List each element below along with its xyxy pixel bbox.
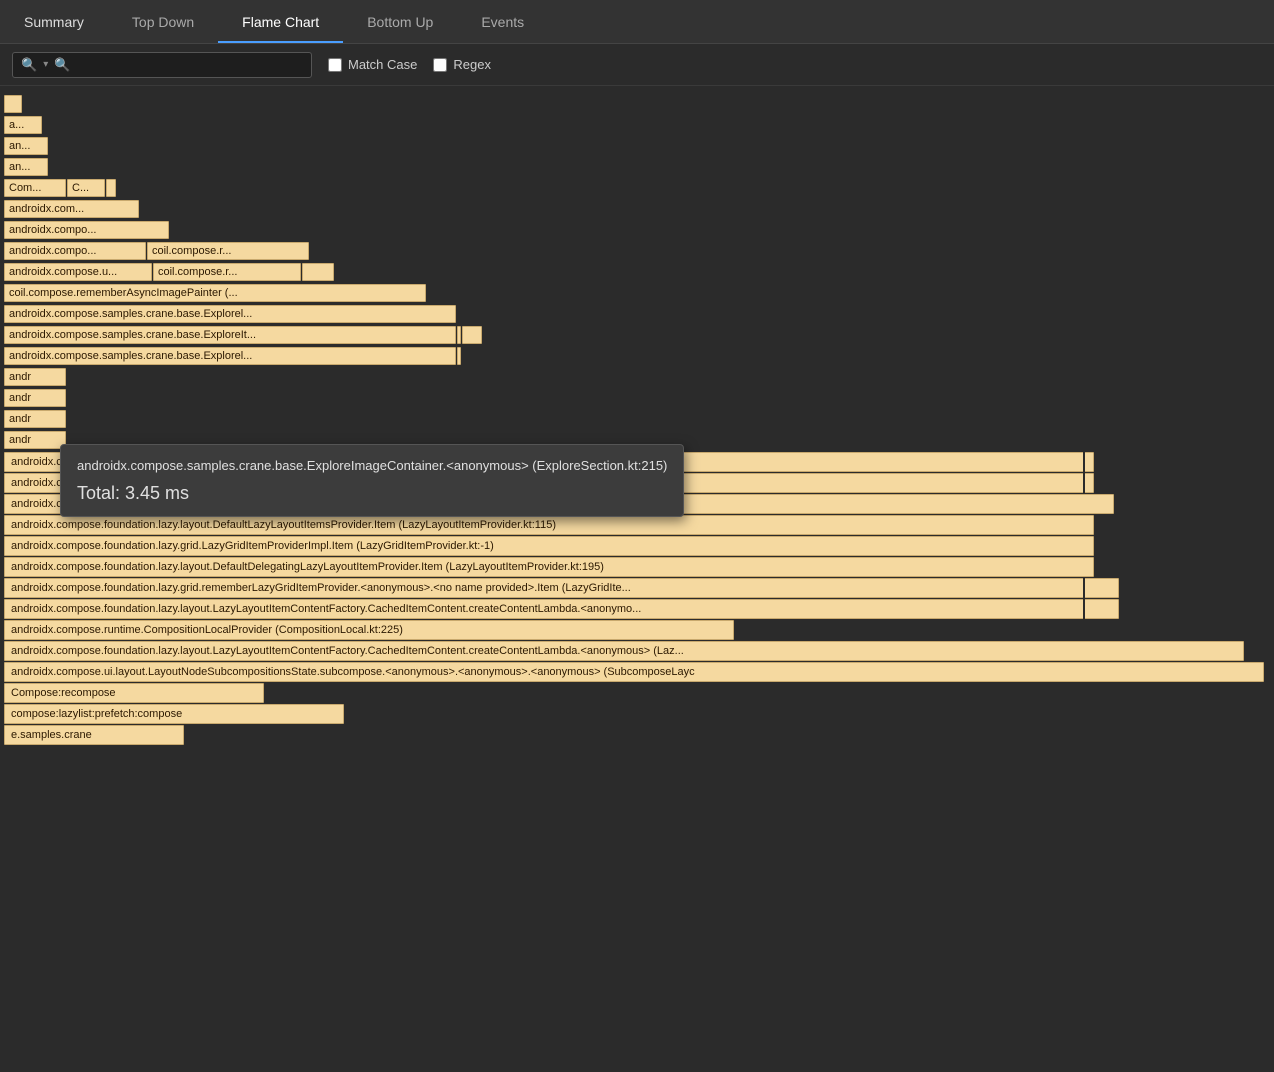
tab-summary[interactable]: Summary (0, 0, 108, 43)
full-bar[interactable]: compose:lazylist:prefetch:compose (4, 704, 344, 724)
search-input[interactable] (54, 57, 303, 72)
flame-bar[interactable] (457, 326, 461, 344)
tick-mark (1083, 473, 1085, 493)
full-bar-wrap-5: androidx.compose.foundation.lazy.grid.La… (4, 536, 1270, 556)
flame-row-4: an... (4, 157, 1270, 177)
flame-bar[interactable] (457, 347, 461, 365)
flame-bar[interactable]: a... (4, 116, 42, 134)
flame-row-11: androidx.compose.samples.crane.base.Expl… (4, 304, 1270, 324)
tab-top-down[interactable]: Top Down (108, 0, 218, 43)
flame-row-2: a... (4, 115, 1270, 135)
flame-bar[interactable]: androidx.compo... (4, 242, 146, 260)
full-bar-wrap-11: androidx.compose.ui.layout.LayoutNodeSub… (4, 662, 1270, 682)
flame-row-3: an... (4, 136, 1270, 156)
flame-bar[interactable]: andr (4, 389, 66, 407)
full-bar-wrap-4: androidx.compose.foundation.lazy.layout.… (4, 515, 1270, 535)
full-bar-wrap-6: androidx.compose.foundation.lazy.layout.… (4, 557, 1270, 577)
flame-row-16: andr (4, 409, 1270, 429)
flame-bar[interactable]: C... (67, 179, 105, 197)
full-bar[interactable]: Compose:recompose (4, 683, 264, 703)
full-bar-wrap-13: compose:lazylist:prefetch:compose (4, 704, 1270, 724)
match-case-label[interactable]: Match Case (328, 57, 417, 72)
flame-row-15: andr (4, 388, 1270, 408)
flame-row-9: androidx.compose.u... coil.compose.r... (4, 262, 1270, 282)
full-bar-wrap-7: androidx.compose.foundation.lazy.grid.re… (4, 578, 1270, 598)
full-bar[interactable]: androidx.compose.foundation.lazy.grid.re… (4, 578, 1119, 598)
flame-bar[interactable] (4, 95, 22, 113)
flame-row-10: coil.compose.rememberAsyncImagePainter (… (4, 283, 1270, 303)
full-bar-wrap-10: androidx.compose.foundation.lazy.layout.… (4, 641, 1270, 661)
full-bar[interactable]: androidx.compose.foundation.lazy.layout.… (4, 641, 1244, 661)
flame-bar[interactable] (302, 263, 334, 281)
full-bar[interactable]: androidx.compose.foundation.lazy.layout.… (4, 515, 1094, 535)
flame-row-12: androidx.compose.samples.crane.base.Expl… (4, 325, 1270, 345)
flame-bar[interactable] (106, 179, 116, 197)
full-bar[interactable]: e.samples.crane (4, 725, 184, 745)
flame-row-13: androidx.compose.samples.crane.base.Expl… (4, 346, 1270, 366)
flame-bar[interactable]: andr (4, 410, 66, 428)
flame-bar[interactable]: androidx.compose.u... (4, 263, 152, 281)
search-dropdown-arrow[interactable]: ▾ (43, 59, 48, 70)
regex-label[interactable]: Regex (433, 57, 491, 72)
full-bar[interactable]: androidx.compose.runtime.CompositionLoca… (4, 620, 734, 640)
search-icon: 🔍 (21, 57, 37, 73)
search-bar: 🔍 ▾ Match Case Regex (0, 44, 1274, 86)
flame-bar[interactable]: an... (4, 137, 48, 155)
regex-checkbox[interactable] (433, 58, 447, 72)
full-bar[interactable]: androidx.compose.ui.layout.LayoutNodeSub… (4, 662, 1264, 682)
flame-bar[interactable]: androidx.compo... (4, 221, 169, 239)
full-bar-wrap-12: Compose:recompose (4, 683, 1270, 703)
tooltip-title: androidx.compose.samples.crane.base.Expl… (77, 457, 667, 475)
full-bar-wrap-8: androidx.compose.foundation.lazy.layout.… (4, 599, 1270, 619)
search-input-wrap[interactable]: 🔍 ▾ (12, 52, 312, 78)
flame-bar[interactable]: androidx.com... (4, 200, 139, 218)
full-bar[interactable]: androidx.compose.foundation.lazy.grid.La… (4, 536, 1094, 556)
flame-bar[interactable]: coil.compose.r... (153, 263, 301, 281)
flame-row-1 (4, 94, 1270, 114)
tab-events[interactable]: Events (457, 0, 548, 43)
flame-bar[interactable]: androidx.compose.samples.crane.base.Expl… (4, 326, 456, 344)
tick-mark (1083, 599, 1085, 619)
match-case-text: Match Case (348, 57, 417, 72)
full-bar[interactable]: androidx.compose.foundation.lazy.layout.… (4, 557, 1094, 577)
flame-bar[interactable]: coil.compose.rememberAsyncImagePainter (… (4, 284, 426, 302)
full-bar-wrap-14: e.samples.crane (4, 725, 1270, 745)
full-bar[interactable]: androidx.compose.foundation.lazy.layout.… (4, 599, 1119, 619)
flame-bar[interactable] (462, 326, 482, 344)
flame-bar[interactable]: andr (4, 431, 66, 449)
flame-bar[interactable]: androidx.compose.samples.crane.base.Expl… (4, 305, 456, 323)
full-bar-wrap-9: androidx.compose.runtime.CompositionLoca… (4, 620, 1270, 640)
tab-bottom-up[interactable]: Bottom Up (343, 0, 457, 43)
flame-bar[interactable]: Com... (4, 179, 66, 197)
tick-mark (1083, 578, 1085, 598)
flame-tooltip: androidx.compose.samples.crane.base.Expl… (60, 444, 684, 517)
flame-bar[interactable]: an... (4, 158, 48, 176)
flame-bar[interactable]: coil.compose.r... (147, 242, 309, 260)
flame-bar[interactable]: androidx.compose.samples.crane.base.Expl… (4, 347, 456, 365)
flame-row-6: androidx.com... (4, 199, 1270, 219)
match-case-checkbox[interactable] (328, 58, 342, 72)
flame-row-14: andr (4, 367, 1270, 387)
flame-bar[interactable]: andr (4, 368, 66, 386)
tab-flame-chart[interactable]: Flame Chart (218, 0, 343, 43)
flame-area: a... an... an... Com... C... androidx.co… (0, 86, 1274, 754)
flame-row-8: androidx.compo... coil.compose.r... (4, 241, 1270, 261)
tooltip-total: Total: 3.45 ms (77, 483, 667, 504)
flame-row-7: androidx.compo... (4, 220, 1270, 240)
regex-text: Regex (453, 57, 491, 72)
tick-mark (1083, 452, 1085, 472)
flame-row-5: Com... C... (4, 178, 1270, 198)
tabs-bar: Summary Top Down Flame Chart Bottom Up E… (0, 0, 1274, 44)
